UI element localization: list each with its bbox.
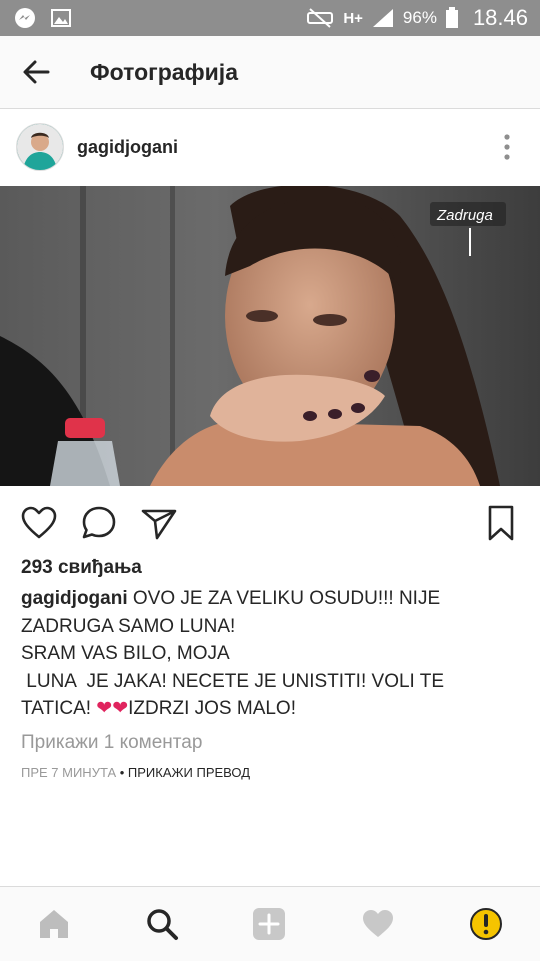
caption-text-4: LUNA JE JAKA! NECETE JE UNISTITI! VOLI T… [21, 670, 445, 692]
caption-text-5a: TATICA! [21, 698, 97, 719]
messenger-icon [15, 8, 35, 28]
home-icon[interactable] [37, 907, 71, 941]
like-count[interactable]: 293 свиђања [21, 557, 142, 579]
alert-icon[interactable] [469, 907, 503, 941]
caption-text-1: OVO JE ZA VELIKU OSUDU!!! NIJE [127, 588, 441, 609]
network-type: H+ [343, 9, 363, 27]
post-meta: ПРЕ 7 МИНУТА • ПРИКАЖИ ПРЕВОД [21, 765, 250, 780]
post-header: gagidjogani [0, 109, 540, 185]
page-title: Фотографија [90, 58, 238, 85]
gallery-icon [51, 9, 71, 27]
signal-icon [372, 9, 393, 27]
post-actions [0, 500, 540, 546]
status-bar: H+ 96% 18.46 [0, 0, 540, 36]
caption-text-2: ZADRUGA SAMO LUNA! [21, 615, 236, 637]
battery-percent: 96% [402, 8, 437, 27]
avatar[interactable] [16, 123, 64, 171]
app-bar: Фотографија [0, 36, 540, 109]
back-arrow-icon[interactable] [22, 58, 50, 86]
send-icon[interactable] [140, 504, 178, 542]
caption-text-3: SRAM VAS BILO, MOJA [21, 643, 230, 664]
caption-text-5b: IZDRZI JOS MALO! [128, 698, 296, 719]
view-comments-link[interactable]: Прикажи 1 коментар [21, 732, 202, 754]
comment-icon[interactable] [80, 504, 118, 542]
add-icon[interactable] [252, 907, 286, 941]
post-photo[interactable]: Zadruga [0, 186, 540, 486]
heart-emoji-icon: ❤❤ [96, 698, 129, 719]
activity-heart-icon[interactable] [361, 907, 395, 941]
bookmark-icon[interactable] [482, 504, 520, 542]
caption-username[interactable]: gagidjogani [21, 588, 128, 609]
battery-icon [445, 7, 458, 28]
bottom-tab-bar [0, 886, 540, 961]
timestamp: ПРЕ 7 МИНУТА [21, 765, 117, 780]
translate-link[interactable]: ПРИКАЖИ ПРЕВОД [128, 765, 250, 780]
svg-text:Zadruga: Zadruga [436, 207, 493, 224]
post-caption: gagidjogani OVO JE ZA VELIKU OSUDU!!! NI… [21, 585, 521, 723]
meta-separator: • [116, 765, 128, 780]
more-vertical-icon[interactable] [504, 134, 510, 160]
search-icon[interactable] [145, 907, 179, 941]
clock: 18.46 [472, 5, 528, 30]
post-username[interactable]: gagidjogani [77, 137, 178, 158]
heart-icon[interactable] [20, 504, 58, 542]
mute-icon [307, 8, 334, 28]
